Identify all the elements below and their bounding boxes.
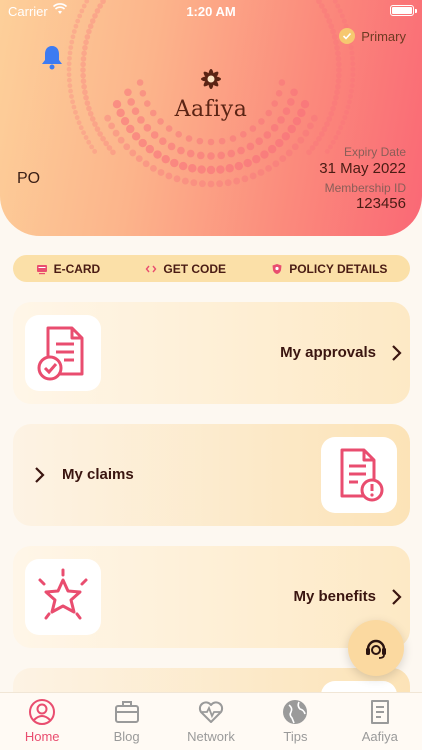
membership-id-label: Membership ID [324, 181, 406, 195]
get-code-button[interactable]: GET CODE [145, 262, 226, 276]
clock: 1:20 AM [186, 4, 236, 19]
star-icon [38, 568, 88, 620]
card-actions-bar: E-CARD GET CODE POLICY DETAILS [13, 255, 410, 282]
user-circle-icon [29, 699, 56, 725]
membership-id-value: 123456 [355, 195, 406, 212]
tab-blog-label: Blog [113, 729, 140, 744]
tab-aafiya-label: Aafiya [361, 729, 398, 744]
tab-blog[interactable]: Blog [84, 693, 168, 750]
claim-document-alert-icon [340, 448, 384, 502]
my-claims-card[interactable]: My claims [13, 424, 410, 526]
status-bar: Carrier 1:20 AM [0, 0, 422, 22]
my-approvals-card[interactable]: My approvals [13, 302, 410, 404]
approvals-icon-box [25, 315, 101, 391]
card-icon [36, 264, 47, 274]
tab-home-label: Home [24, 729, 60, 744]
chevron-right-icon [392, 345, 402, 361]
briefcase-icon [114, 701, 139, 723]
support-agent-icon [366, 639, 386, 659]
ecard-button[interactable]: E-CARD [36, 261, 101, 276]
claims-icon-box [321, 437, 397, 513]
expiry-date-label: Expiry Date [343, 145, 406, 159]
my-benefits-card[interactable]: My benefits [13, 546, 410, 648]
tab-network-label: Network [187, 729, 235, 744]
policy-details-label: POLICY DETAILS [289, 261, 388, 276]
primary-badge: Primary [339, 28, 406, 44]
my-approvals-label: My approvals [280, 344, 376, 361]
tab-tips[interactable]: Tips [253, 693, 337, 750]
brand-name: Aafiya [174, 97, 248, 122]
tab-tips-label: Tips [283, 729, 308, 744]
shield-icon [272, 263, 282, 274]
aafiya-logo-icon [201, 69, 221, 89]
tab-aafiya[interactable]: Aafiya [338, 693, 422, 750]
check-icon [339, 28, 356, 44]
chevron-right-icon [35, 467, 45, 483]
chevron-right-icon [392, 589, 402, 605]
policy-details-button[interactable]: POLICY DETAILS [271, 262, 387, 276]
expiry-date-value: 31 May 2022 [319, 160, 406, 177]
member-initials: PO [17, 170, 41, 187]
bell-icon[interactable] [40, 44, 64, 70]
my-benefits-label: My benefits [293, 588, 376, 605]
tab-network[interactable]: Network [169, 693, 253, 750]
ecard-label: E-CARD [53, 261, 101, 276]
heart-pulse-icon [198, 701, 224, 723]
support-chat-button[interactable] [348, 620, 404, 676]
approved-document-icon [37, 326, 84, 381]
battery-icon [390, 5, 417, 16]
primary-label: Primary [361, 28, 406, 44]
membership-card: Carrier 1:20 AM Primary Aafiya PO Expiry… [0, 0, 422, 236]
code-icon [145, 265, 157, 272]
get-code-label: GET CODE [163, 261, 227, 276]
my-claims-label: My claims [62, 466, 134, 483]
bottom-tab-bar: Home Blog Network Tips Aafiya [0, 692, 422, 750]
document-list-icon [370, 700, 389, 724]
tab-home[interactable]: Home [0, 693, 84, 750]
globe-icon [283, 700, 308, 724]
benefits-icon-box [25, 559, 101, 635]
